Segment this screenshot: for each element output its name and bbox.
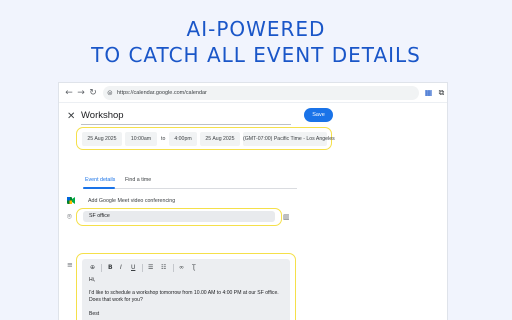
description-highlight: ⊕ B I U ☰ ☷ ∞ Ʈ Hi, I'd like to schedule…	[76, 253, 296, 320]
close-icon[interactable]: ✕	[67, 111, 75, 122]
description-line: Does that work for you?	[89, 297, 143, 303]
browser-window: ← → ↻ ⊜ https://calendar.google.com/cale…	[58, 82, 448, 320]
extension-puzzle-icon[interactable]: ⧉	[436, 87, 447, 98]
tab-event-details[interactable]: Event details	[85, 177, 115, 183]
timezone-field[interactable]: (GMT-07:00) Pacific Time - Los Angeles	[243, 132, 335, 146]
toolbar-divider	[173, 264, 174, 272]
event-title-input[interactable]: Workshop	[81, 107, 291, 125]
description-line: Best	[89, 311, 100, 317]
add-meet-link[interactable]: Add Google Meet video conferencing	[88, 198, 175, 204]
italic-icon[interactable]: I	[120, 264, 122, 272]
description-editor[interactable]: ⊕ B I U ☰ ☷ ∞ Ʈ Hi, I'd like to schedule…	[82, 259, 290, 320]
bulleted-list-icon[interactable]: ☷	[161, 264, 166, 272]
location-highlight: SF office	[76, 208, 282, 226]
description-icon: ≡	[67, 261, 73, 269]
address-bar-url: https://calendar.google.com/calendar	[117, 90, 207, 96]
end-date-field[interactable]: 25 Aug 2025	[200, 132, 240, 146]
location-input[interactable]: SF office	[83, 211, 275, 222]
toolbar-divider	[142, 264, 143, 272]
forward-arrow-icon[interactable]: →	[75, 86, 87, 100]
clear-format-icon[interactable]: Ʈ	[192, 264, 196, 272]
link-icon[interactable]: ∞	[179, 264, 184, 272]
attach-icon[interactable]: ⊕	[90, 264, 95, 272]
browser-toolbar: ← → ↻ ⊜ https://calendar.google.com/cale…	[59, 83, 447, 103]
description-line: I'd like to schedule a workshop tomorrow…	[89, 290, 279, 296]
datetime-highlight: 25 Aug 2025 10:00am to 4:00pm 25 Aug 202…	[76, 127, 335, 150]
promo-headline-line2: TO CATCH ALL EVENT DETAILS	[91, 43, 421, 67]
start-time-field[interactable]: 10:00am	[125, 132, 157, 146]
map-icon[interactable]: ▥	[283, 213, 290, 221]
to-label: to	[161, 136, 166, 142]
site-settings-icon[interactable]: ⊜	[107, 86, 113, 100]
address-bar[interactable]: ⊜ https://calendar.google.com/calendar	[103, 86, 419, 100]
active-tab-indicator	[83, 187, 115, 189]
location-pin-icon: ⌾	[67, 212, 72, 221]
back-arrow-icon[interactable]: ←	[63, 86, 75, 100]
promo-headline-line1: AI-POWERED	[186, 17, 326, 41]
numbered-list-icon[interactable]: ☰	[148, 264, 153, 272]
extension-calendar-icon[interactable]: ▦	[423, 87, 434, 98]
end-time-field[interactable]: 4:00pm	[169, 132, 197, 146]
reload-icon[interactable]: ↻	[87, 86, 99, 100]
save-button[interactable]: Save	[304, 108, 333, 122]
bold-icon[interactable]: B	[108, 264, 113, 272]
underline-icon[interactable]: U	[131, 264, 135, 272]
event-tabs: Event details Find a time	[83, 175, 297, 189]
start-date-field[interactable]: 25 Aug 2025	[82, 132, 122, 146]
google-meet-icon	[67, 197, 75, 204]
toolbar-divider	[101, 264, 102, 272]
description-line: Hi,	[89, 277, 96, 283]
tab-find-a-time[interactable]: Find a time	[125, 177, 151, 183]
